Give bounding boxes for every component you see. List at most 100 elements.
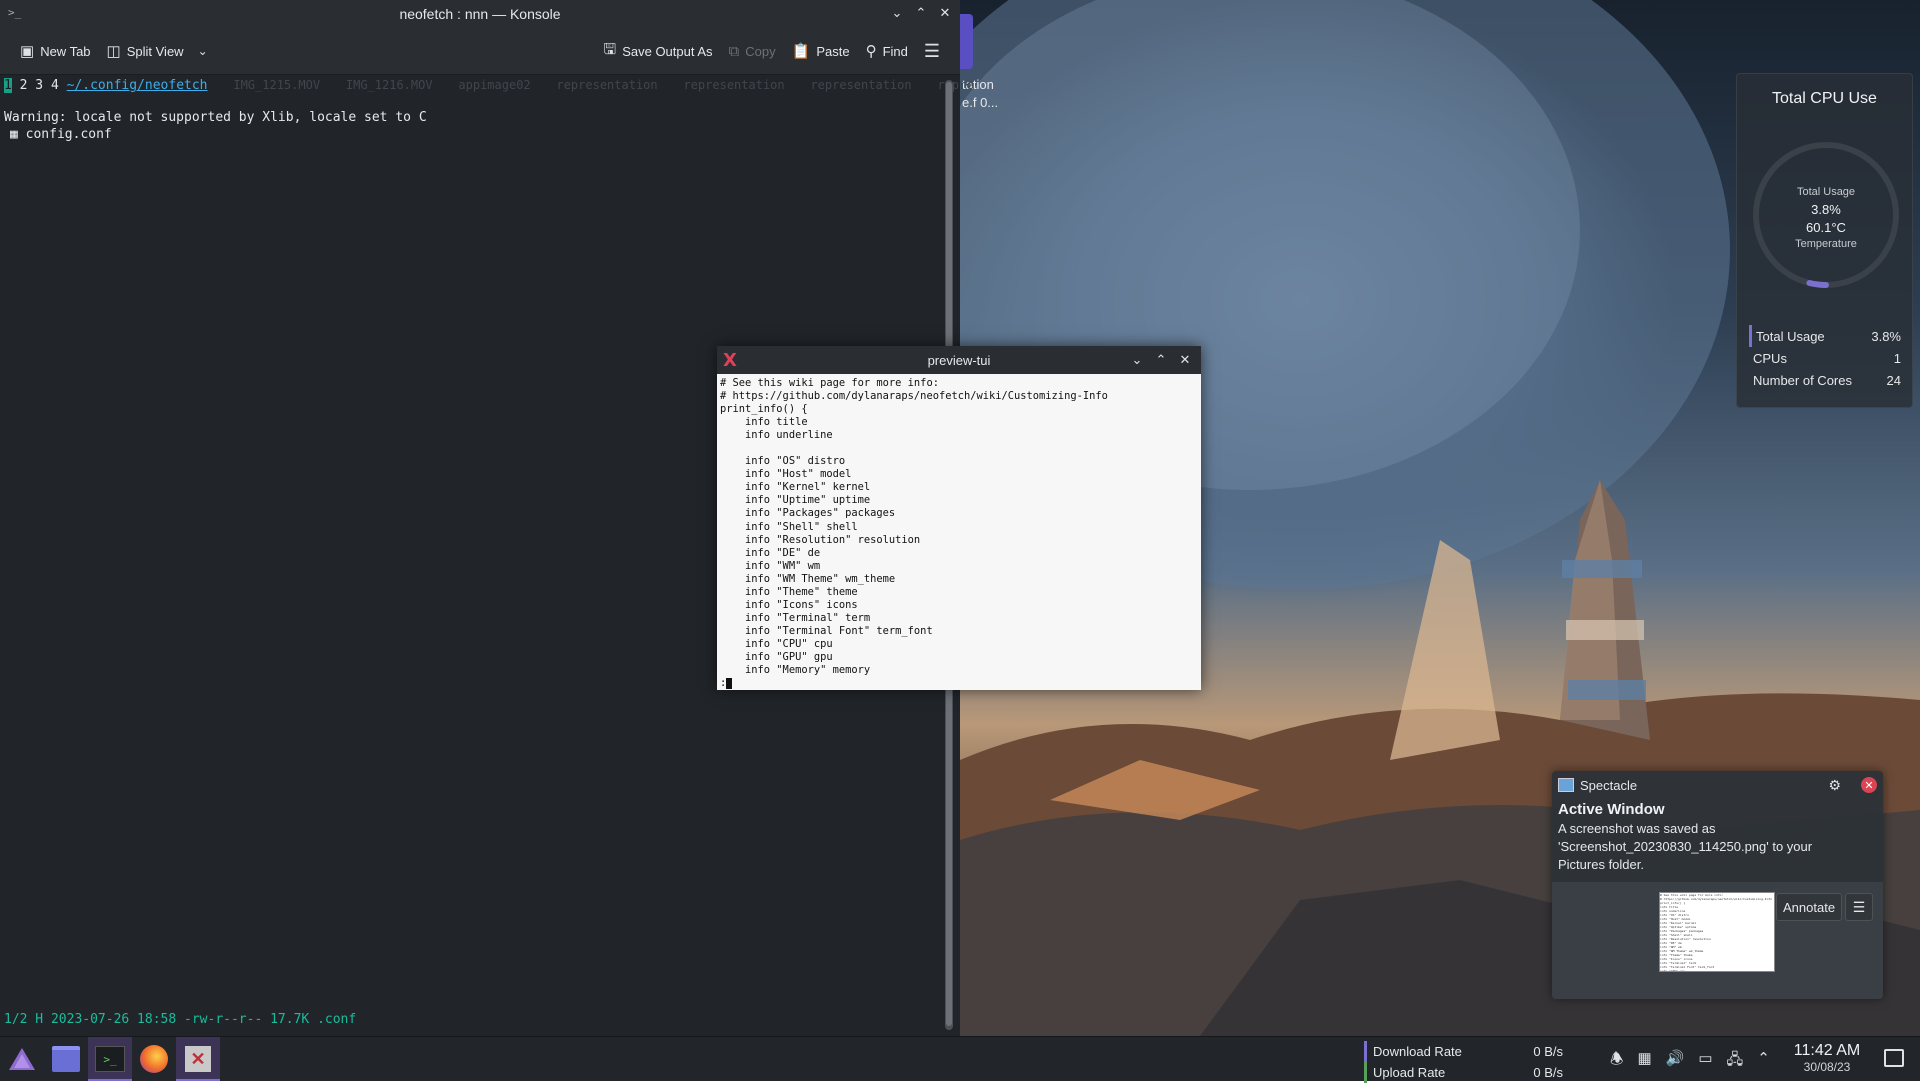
x-app-icon: X	[723, 350, 737, 371]
background-text-line: e.f 0...	[962, 95, 999, 110]
maximize-button[interactable]: ⌃	[914, 4, 928, 22]
stat-row: Number of Cores 24	[1749, 369, 1901, 391]
save-icon: 🖫	[603, 40, 617, 58]
copy-label: Copy	[745, 43, 776, 59]
firefox-icon	[140, 1045, 168, 1073]
nnn-contexts[interactable]: 2 3 4	[12, 78, 67, 93]
notifications-icon[interactable]: 🕭	[1610, 1049, 1623, 1074]
notification-message: A screenshot was saved as 'Screenshot_20…	[1558, 821, 1813, 872]
hamburger-menu-button[interactable]: ☰	[916, 35, 948, 68]
terminal-icon: >_	[95, 1046, 125, 1072]
usb-device-icon[interactable]: ▭	[1698, 1049, 1712, 1074]
ghost-item: IMG_1216.MOV	[345, 78, 433, 92]
ghost-item: representation	[556, 78, 658, 92]
screenshot-thumbnail[interactable]: # See this wiki page for more info: # htt…	[1659, 892, 1775, 972]
preview-line: info "Uptime" uptime	[720, 494, 871, 507]
stat-label: Total Usage	[1756, 328, 1825, 344]
split-view-button[interactable]: ◫ Split View ⌄	[99, 36, 216, 66]
preview-line: info "WM Theme" wm_theme	[720, 572, 896, 585]
close-button[interactable]: ✕	[938, 4, 952, 22]
system-tray: 🕭 ▦ 🔊 ▭ 🖧 ⌃	[1610, 1049, 1770, 1074]
preview-title: preview-tui	[927, 352, 991, 368]
warning-line: Warning: locale not supported by Xlib, l…	[4, 110, 427, 125]
digital-clock[interactable]: 11:42 AM 30/08/23	[1786, 1042, 1868, 1074]
taskbar-firefox[interactable]	[132, 1037, 176, 1081]
minimize-button[interactable]: ⌄	[1130, 351, 1144, 369]
ghost-item: appimage02	[458, 78, 531, 92]
gauge-temp-value: 60.1°C	[1806, 220, 1846, 235]
download-label: Download Rate	[1373, 1044, 1462, 1059]
close-notification-button[interactable]: ✕	[1861, 777, 1877, 793]
taskbar-konsole[interactable]: >_	[88, 1037, 132, 1081]
new-tab-label: New Tab	[40, 43, 91, 59]
taskbar-files[interactable]	[44, 1037, 88, 1081]
annotate-button[interactable]: Annotate	[1776, 893, 1843, 921]
minimize-button[interactable]: ⌄	[890, 4, 904, 22]
background-window-edge	[960, 14, 973, 69]
nnn-context-active[interactable]: 1	[4, 78, 12, 93]
copy-icon: ⧉	[728, 42, 740, 60]
download-value: 0 B/s	[1533, 1044, 1563, 1059]
gauge-label-bottom: Temperature	[1795, 238, 1857, 250]
preview-tui-window[interactable]: X preview-tui ⌄ ⌃ ✕ # See this wiki page…	[717, 346, 1201, 690]
preview-titlebar[interactable]: X preview-tui ⌄ ⌃ ✕	[717, 346, 1201, 374]
new-tab-icon: ▣	[20, 43, 35, 60]
paste-button[interactable]: 📋 Paste	[784, 36, 858, 66]
split-view-label: Split View	[126, 43, 184, 59]
stat-label: CPUs	[1753, 350, 1787, 366]
keyboard-layout-icon[interactable]: ▦	[1637, 1049, 1651, 1074]
close-button[interactable]: ✕	[1178, 351, 1192, 369]
preview-line: info "Host" model	[720, 468, 852, 481]
ghost-item: representation	[810, 78, 912, 92]
text-cursor	[726, 677, 733, 689]
application-launcher[interactable]	[0, 1037, 44, 1081]
chevron-up-icon[interactable]: ⌃	[1757, 1049, 1770, 1074]
preview-line: info "Memory" memory	[720, 664, 871, 677]
file-entry[interactable]: ▦ config.conf	[10, 126, 112, 143]
preview-line: print_info() {	[720, 403, 808, 416]
thumbnail-area: # See this wiki page for more info: # htt…	[1552, 882, 1883, 999]
thumbnail-line: info "CPU" cpu	[1660, 969, 1686, 972]
cpu-usage-widget[interactable]: Total CPU Use Total Usage 3.8% 60.1°C Te…	[1736, 73, 1913, 408]
nnn-status-line: 1/2 H 2023-07-26 18:58 -rw-r--r-- 17.7K …	[4, 1012, 357, 1027]
spectacle-notification[interactable]: Spectacle ⚙ ✕ Active Window A screenshot…	[1552, 771, 1883, 999]
preview-line: info "Kernel" kernel	[720, 481, 871, 494]
copy-button[interactable]: ⧉ Copy	[721, 37, 784, 66]
find-button[interactable]: ⚲ Find	[858, 36, 916, 66]
preview-line: info "OS" distro	[720, 455, 846, 468]
preview-content[interactable]: # See this wiki page for more info: # htt…	[717, 374, 1201, 693]
window-title: neofetch : nnn — Konsole	[399, 6, 561, 22]
taskbar-x-window[interactable]: ✕	[176, 1037, 220, 1081]
konsole-titlebar[interactable]: >_ neofetch : nnn — Konsole ⌄ ⌃ ✕	[0, 0, 960, 28]
preview-line: # https://github.com/dylanaraps/neofetch…	[720, 390, 1108, 403]
preview-line: info "Theme" theme	[720, 585, 858, 598]
launcher-icon	[9, 1048, 35, 1070]
preview-line: info "Resolution" resolution	[720, 533, 921, 546]
hamburger-menu-icon[interactable]: ☰	[1845, 893, 1873, 921]
stat-label: Number of Cores	[1753, 372, 1852, 388]
stat-row: Total Usage 3.8%	[1749, 325, 1901, 347]
nnn-context-line: 1 2 3 4 ~/.config/neofetch IMG_1215.MOV …	[4, 77, 974, 94]
clock-time: 11:42 AM	[1793, 1042, 1861, 1059]
new-tab-button[interactable]: ▣ New Tab	[12, 36, 99, 66]
gauge-label-top: Total Usage	[1796, 186, 1856, 198]
preview-line: info underline	[720, 429, 833, 442]
save-output-button[interactable]: 🖫 Save Output As	[595, 33, 720, 70]
clock-date: 30/08/23	[1803, 1060, 1851, 1074]
terminal-app-icon: >_	[8, 6, 22, 19]
preview-line: # See this wiki page for more info:	[720, 377, 939, 389]
network-monitor[interactable]: Download Rate 0 B/s Upload Rate 0 B/s	[1364, 1041, 1563, 1083]
paste-label: Paste	[816, 43, 850, 59]
spectacle-app-icon	[1558, 778, 1574, 792]
preview-line: info "Icons" icons	[720, 598, 858, 611]
volume-icon[interactable]: 🔊	[1666, 1049, 1685, 1074]
chevron-down-icon[interactable]: ⌄	[198, 44, 208, 58]
search-icon: ⚲	[865, 43, 877, 60]
network-icon[interactable]: 🖧	[1727, 1049, 1744, 1074]
configure-icon[interactable]: ⚙	[1828, 777, 1841, 794]
split-view-icon: ◫	[106, 43, 121, 60]
maximize-button[interactable]: ⌃	[1154, 351, 1168, 369]
cpu-gauge: Total Usage 3.8% 60.1°C Temperature	[1751, 140, 1901, 290]
preview-line: info title	[720, 416, 808, 429]
show-desktop-button[interactable]	[1884, 1049, 1904, 1067]
